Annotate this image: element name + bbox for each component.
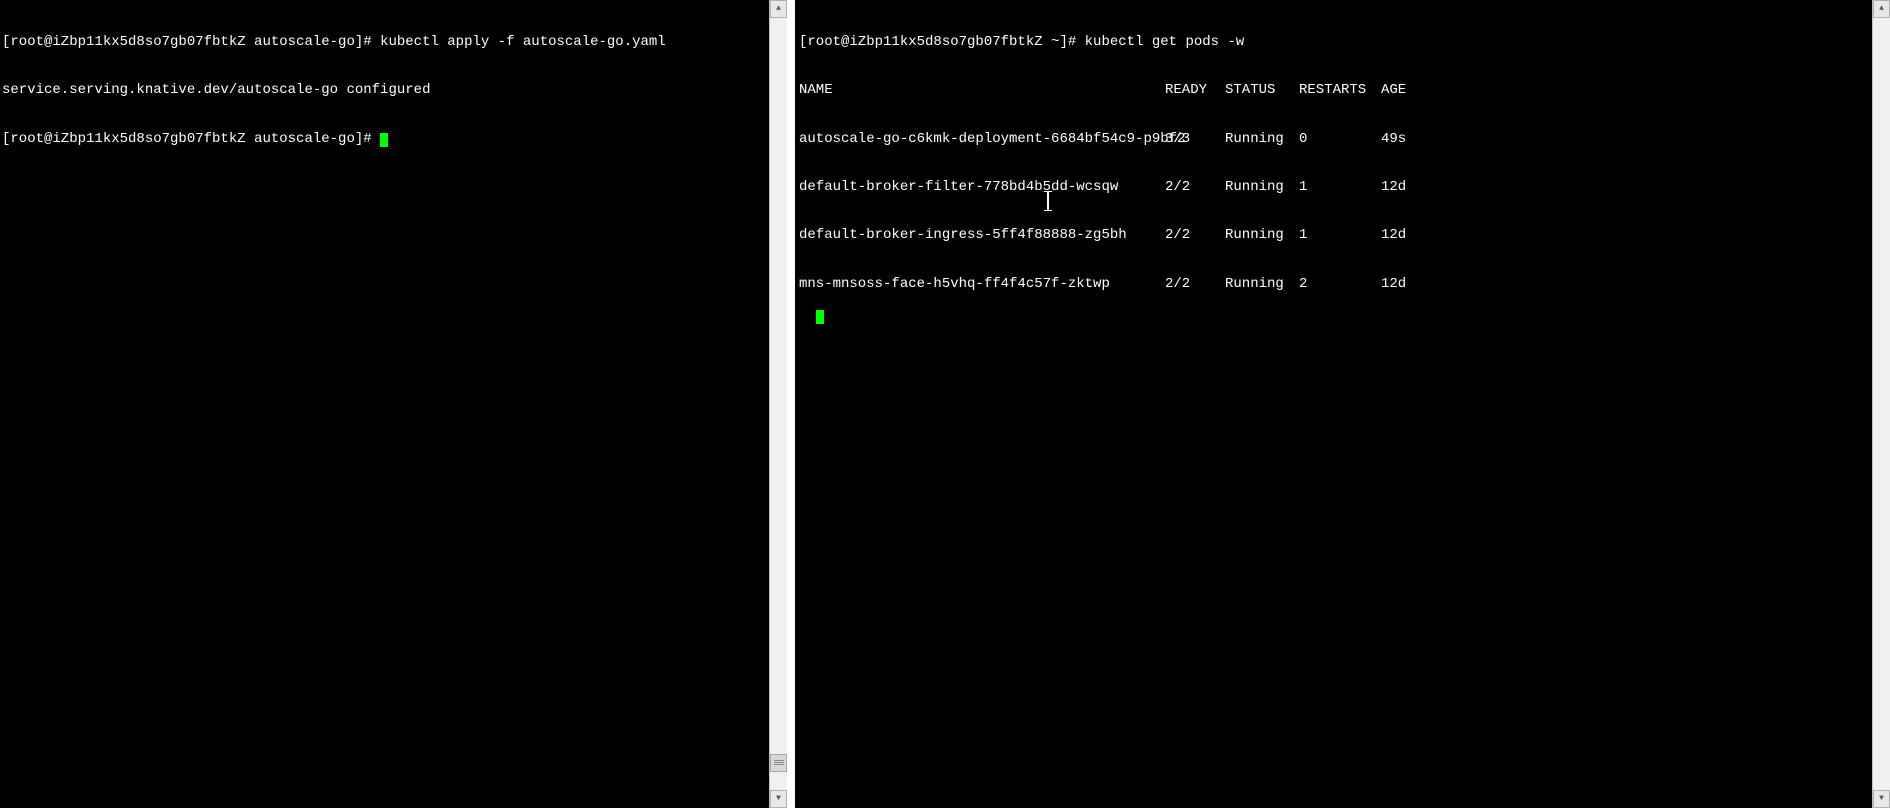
cell-ready: 2/2 [1165, 276, 1225, 292]
cell-ready: 2/2 [1165, 227, 1225, 243]
scroll-up-button[interactable]: ▲ [1873, 0, 1890, 18]
terminal-pane-right[interactable]: [root@iZbp11kx5d8so7gb07fbtkZ ~]# kubect… [795, 0, 1872, 808]
scroll-track[interactable] [770, 18, 787, 790]
scrollbar-left[interactable]: ▲ ▼ [769, 0, 787, 808]
scroll-up-button[interactable]: ▲ [770, 0, 787, 18]
prompt-text: [root@iZbp11kx5d8so7gb07fbtkZ autoscale-… [2, 34, 380, 50]
cell-status: Running [1225, 227, 1299, 243]
scroll-down-button[interactable]: ▼ [770, 790, 787, 808]
scroll-handle[interactable] [770, 754, 787, 772]
header-ready: READY [1165, 82, 1225, 98]
cursor-icon [816, 310, 824, 324]
cell-ready: 3/3 [1165, 131, 1225, 147]
cell-name: autoscale-go-c6kmk-deployment-6684bf54c9… [799, 131, 1165, 147]
table-row: mns-mnsoss-face-h5vhq-ff4f4c57f-zktwp 2/… [799, 276, 1872, 292]
header-age: AGE [1381, 82, 1431, 98]
cell-ready: 2/2 [1165, 179, 1225, 195]
terminal-pane-left[interactable]: [root@iZbp11kx5d8so7gb07fbtkZ autoscale-… [0, 0, 769, 808]
cursor-icon [380, 133, 388, 147]
scrollbar-right[interactable]: ▲ ▼ [1872, 0, 1890, 808]
terminal-line: [root@iZbp11kx5d8so7gb07fbtkZ ~]# kubect… [799, 34, 1872, 50]
header-name: NAME [799, 82, 1165, 98]
terminal-line: [root@iZbp11kx5d8so7gb07fbtkZ autoscale-… [2, 131, 769, 147]
cell-restarts: 1 [1299, 179, 1381, 195]
scroll-down-button[interactable]: ▼ [1873, 790, 1890, 808]
pane-divider[interactable] [787, 0, 795, 808]
cell-restarts: 0 [1299, 131, 1381, 147]
cell-age: 12d [1381, 227, 1431, 243]
cell-name: default-broker-ingress-5ff4f88888-zg5bh [799, 227, 1165, 243]
header-restarts: RESTARTS [1299, 82, 1381, 98]
command-text: kubectl apply -f autoscale-go.yaml [380, 34, 666, 50]
command-text: kubectl get pods -w [1085, 34, 1245, 50]
scroll-track[interactable] [1873, 18, 1890, 790]
cell-status: Running [1225, 276, 1299, 292]
cell-status: Running [1225, 179, 1299, 195]
cell-name: default-broker-filter-778bd4b5dd-wcsqw [799, 179, 1165, 195]
cell-name: mns-mnsoss-face-h5vhq-ff4f4c57f-zktwp [799, 276, 1165, 292]
table-row: autoscale-go-c6kmk-deployment-6684bf54c9… [799, 131, 1872, 147]
cell-age: 49s [1381, 131, 1431, 147]
terminal-output-line: service.serving.knative.dev/autoscale-go… [2, 82, 769, 98]
header-status: STATUS [1225, 82, 1299, 98]
cell-age: 12d [1381, 276, 1431, 292]
cell-restarts: 1 [1299, 227, 1381, 243]
cell-age: 12d [1381, 179, 1431, 195]
cell-status: Running [1225, 131, 1299, 147]
prompt-text: [root@iZbp11kx5d8so7gb07fbtkZ ~]# [799, 34, 1085, 50]
text-caret-icon [1047, 193, 1049, 209]
table-row: default-broker-ingress-5ff4f88888-zg5bh … [799, 227, 1872, 243]
cell-restarts: 2 [1299, 276, 1381, 292]
terminal-line: [root@iZbp11kx5d8so7gb07fbtkZ autoscale-… [2, 34, 769, 50]
table-row: default-broker-filter-778bd4b5dd-wcsqw 2… [799, 179, 1872, 195]
prompt-text: [root@iZbp11kx5d8so7gb07fbtkZ autoscale-… [2, 131, 380, 147]
table-header: NAME READY STATUS RESTARTS AGE [799, 82, 1872, 98]
